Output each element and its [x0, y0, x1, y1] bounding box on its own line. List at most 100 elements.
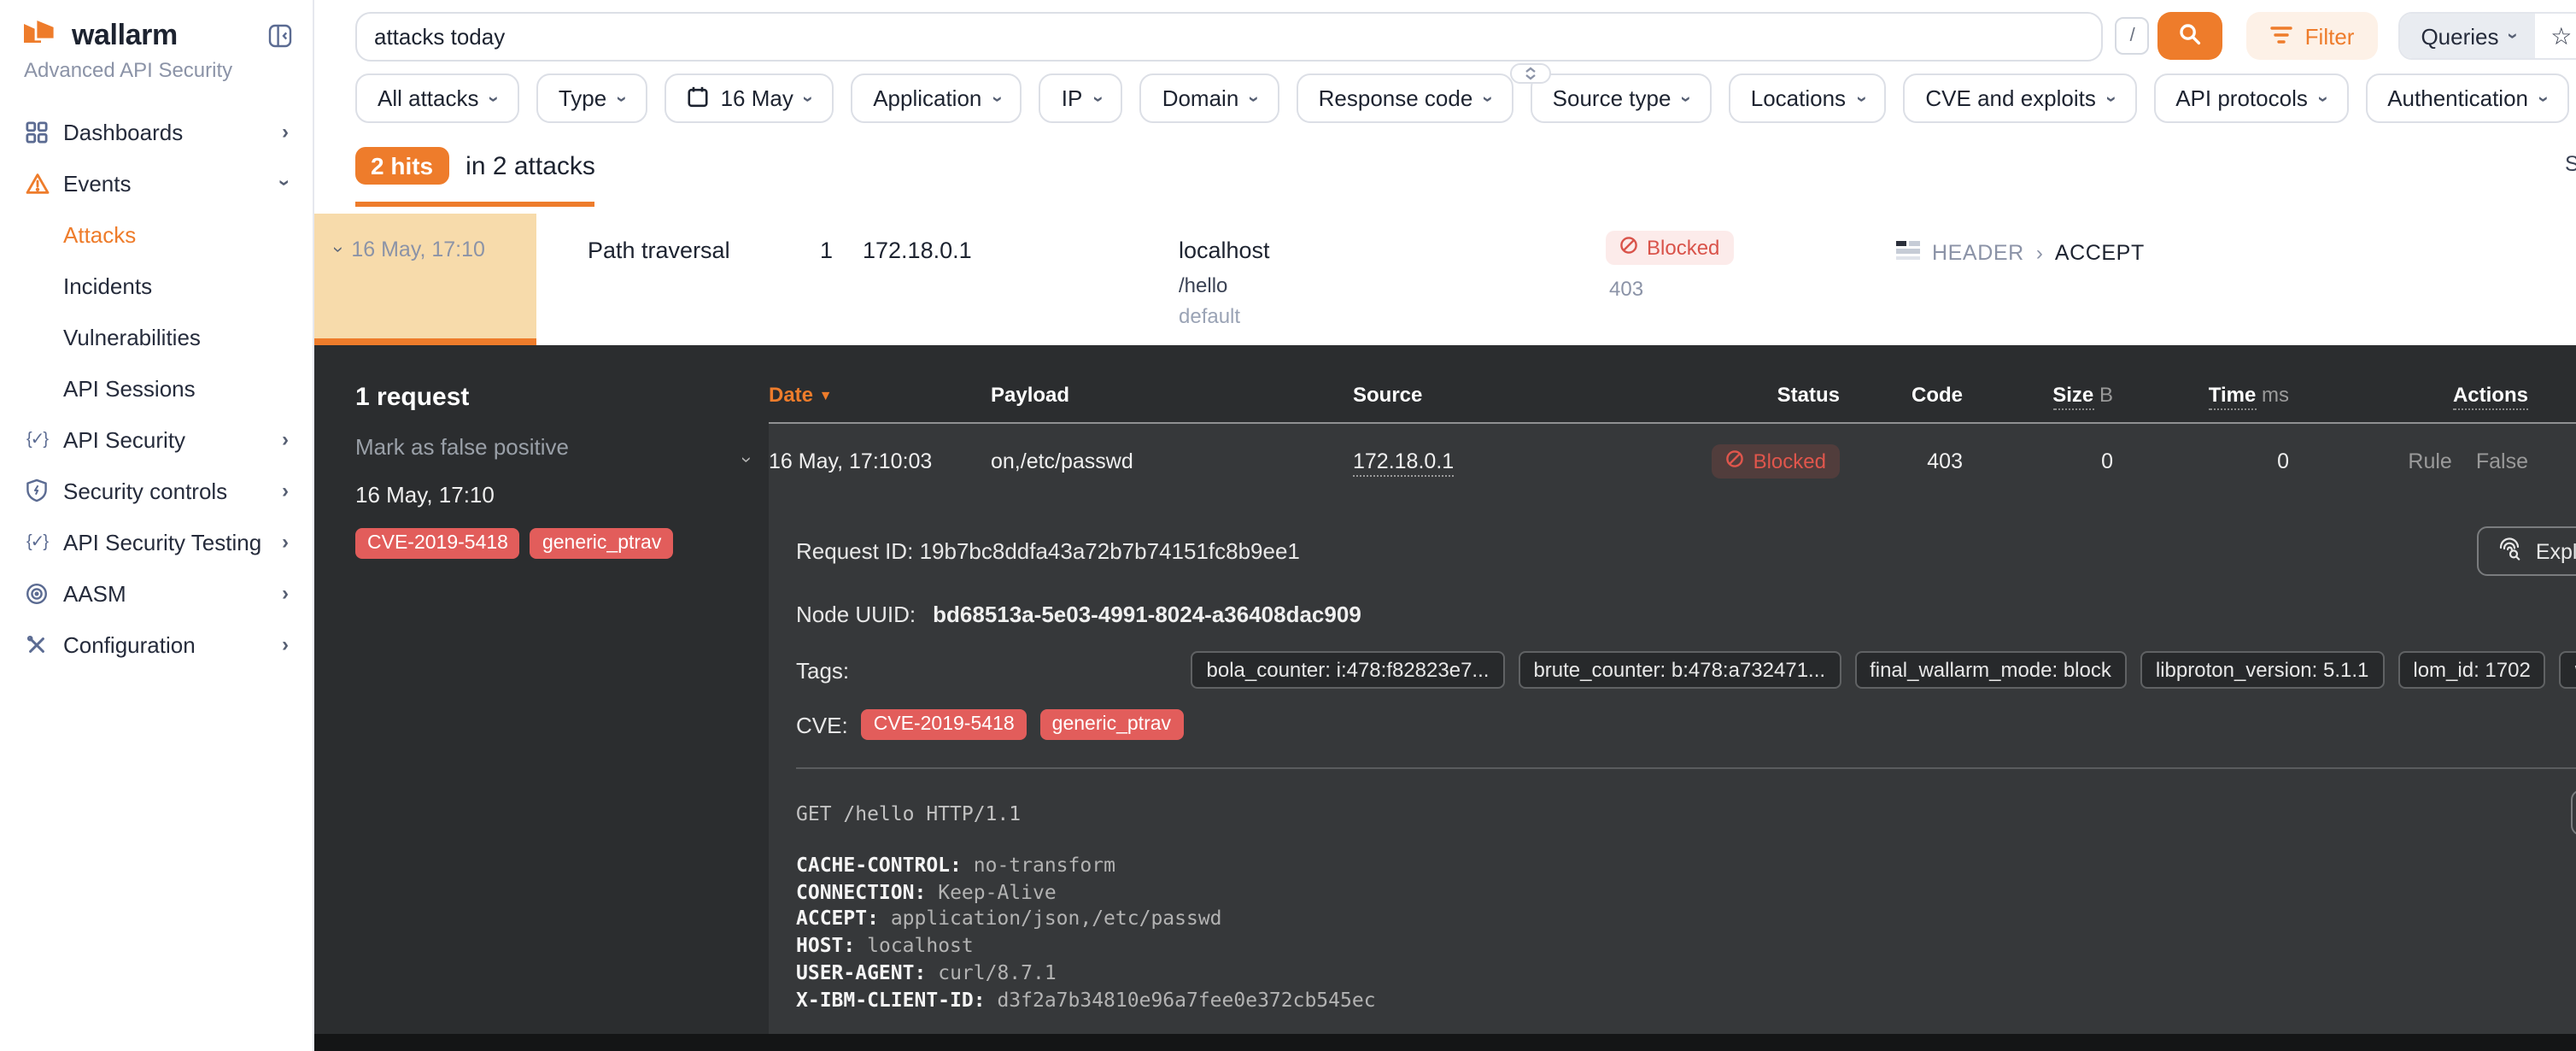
chevron-down-icon: › [483, 95, 504, 101]
request-time: 0 [2113, 449, 2289, 473]
tag-chip[interactable]: libproton_version: 5.1.1 [2140, 651, 2385, 689]
attack-path: /hello [1179, 273, 1270, 297]
column-status: Status [1626, 383, 1840, 407]
chip-domain[interactable]: Domain› [1140, 73, 1279, 123]
sidebar-item-label: Events [63, 170, 282, 196]
filter-button[interactable]: Filter [2247, 12, 2379, 60]
request-row[interactable]: ›16 May, 17:10:03 on,/etc/passwd 172.18.… [769, 424, 2576, 499]
chevron-right-icon: › [282, 479, 289, 502]
sort-desc-icon: ▼ [819, 388, 833, 403]
attack-application: default [1179, 304, 1270, 328]
star-icon: ☆ [2550, 21, 2572, 50]
sidebar-item-attacks[interactable]: Attacks [0, 208, 313, 260]
status-badge: Blocked [1606, 231, 1733, 265]
queries-button[interactable]: Queries › [2400, 14, 2535, 58]
expand-chevron-icon: › [328, 246, 348, 252]
topbar: / Filter Queries › ☆ [314, 0, 2576, 63]
chevron-down-icon: › [1478, 95, 1498, 101]
app-window: wallarm Advanced API Security Dashboards… [0, 0, 2576, 1051]
sidebar: wallarm Advanced API Security Dashboards… [0, 0, 314, 1051]
chip-date[interactable]: 16 May› [664, 73, 834, 123]
chip-api-protocols[interactable]: API protocols› [2153, 73, 2348, 123]
section-divider [796, 767, 2576, 769]
cve-tag[interactable]: CVE-2019-5418 [355, 528, 520, 559]
chip-all-attacks[interactable]: All attacks › [355, 73, 519, 123]
favorite-star-button[interactable]: ☆ [2536, 14, 2576, 58]
collapse-chevron-icon[interactable]: › [736, 456, 757, 462]
rule-action-link[interactable]: Rule [2408, 449, 2451, 473]
braces-check-icon: {✓} [24, 529, 50, 555]
brand-subtitle: Advanced API Security [24, 58, 292, 82]
copy-as-curl-button[interactable]: Copy as cURL [2570, 790, 2576, 836]
chip-cve-exploits[interactable]: CVE and exploits› [1903, 73, 2136, 123]
sidebar-item-label: Security controls [63, 478, 282, 503]
tags-list: bola_counter: i:478:f82823e7... brute_co… [849, 651, 2576, 689]
sidebar-item-label: AASM [63, 580, 282, 606]
sidebar-item-label: API Security Testing [63, 529, 282, 555]
chip-authentication[interactable]: Authentication› [2365, 73, 2568, 123]
column-date[interactable]: Date ▼ [769, 383, 991, 407]
requests-count: 1 request [355, 383, 769, 412]
search-box [355, 11, 2104, 61]
hits-summary-text: in 2 attacks [465, 151, 595, 180]
sidebar-item-dashboards[interactable]: Dashboards › [0, 106, 313, 157]
sidebar-item-vulnerabilities[interactable]: Vulnerabilities [0, 311, 313, 362]
sidebar-item-label: Incidents [63, 273, 152, 298]
events-warning-icon [24, 170, 50, 196]
chip-label: 16 May [721, 85, 793, 111]
tags-row: Tags: bola_counter: i:478:f82823e7... br… [796, 651, 2576, 689]
sidebar-item-api-security-testing[interactable]: {✓} API Security Testing › [0, 516, 313, 567]
search-input[interactable] [374, 23, 2085, 49]
column-time[interactable]: Time ms [2113, 383, 2289, 407]
chip-response-code[interactable]: Response code› [1297, 73, 1513, 123]
cve-tag[interactable]: generic_ptrav [530, 528, 673, 559]
chip-source-type[interactable]: Source type› [1531, 73, 1712, 123]
sidebar-item-api-security[interactable]: {✓} API Security › [0, 414, 313, 465]
bottom-scroll-track[interactable] [314, 1034, 2576, 1051]
status-label: Blocked [1753, 449, 1826, 473]
collapse-sidebar-icon[interactable] [268, 24, 292, 56]
hits-count-badge: 2 hits [355, 147, 448, 185]
shield-icon [24, 478, 50, 503]
sidebar-item-aasm[interactable]: AASM › [0, 567, 313, 619]
cve-tag[interactable]: generic_ptrav [1040, 709, 1183, 740]
chip-label: Authentication [2387, 85, 2528, 111]
sidebar-item-incidents[interactable]: Incidents [0, 260, 313, 311]
sidebar-item-events[interactable]: Events › [0, 157, 313, 208]
false-action-link[interactable]: False [2476, 449, 2528, 473]
attack-date-cell[interactable]: › 16 May, 17:10 [314, 214, 536, 345]
hits-tab[interactable]: 2 hits in 2 attacks [355, 147, 595, 207]
column-size[interactable]: Size B [1963, 383, 2113, 407]
http-request-block: GET /hello HTTP/1.1 Copy as cURL CACHE-C… [796, 790, 2576, 1013]
request-id: Request ID: 19b7bc8ddfa43a72b7b74151fc8b… [796, 538, 1300, 564]
tag-chip[interactable]: lom_id: 1702 [2397, 651, 2545, 689]
main-content: / Filter Queries › ☆ [314, 0, 2576, 1051]
chip-locations[interactable]: Locations› [1729, 73, 1887, 123]
sidebar-item-security-controls[interactable]: Security controls › [0, 465, 313, 516]
tag-chip[interactable]: brute_counter: b:478:a732471... [1518, 651, 1841, 689]
search-button[interactable] [2158, 12, 2223, 60]
tag-chip[interactable]: wallarm_mode: block [2560, 651, 2576, 689]
chip-label: All attacks [378, 85, 479, 111]
cve-tag[interactable]: CVE-2019-5418 [862, 709, 1027, 740]
sidebar-item-api-sessions[interactable]: API Sessions [0, 362, 313, 414]
explore-api-sessions-button[interactable]: Explore in API Sessions [2478, 526, 2576, 576]
request-source[interactable]: 172.18.0.1 [1353, 449, 1626, 473]
attack-source-ip[interactable]: 172.18.0.1 [863, 238, 972, 263]
search-expand-handle[interactable] [1510, 63, 1551, 84]
chip-label: IP [1062, 85, 1083, 111]
filter-icon [2271, 23, 2293, 49]
chip-type[interactable]: Type› [536, 73, 647, 123]
chip-application[interactable]: Application› [851, 73, 1022, 123]
tag-chip[interactable]: bola_counter: i:478:f82823e7... [1191, 651, 1505, 689]
tag-chip[interactable]: final_wallarm_mode: block [1854, 651, 2127, 689]
sidebar-item-configuration[interactable]: Configuration › [0, 619, 313, 670]
chevron-down-icon: › [2101, 95, 2122, 101]
mark-false-positive-link[interactable]: Mark as false positive [355, 434, 769, 460]
chip-ip[interactable]: IP› [1039, 73, 1123, 123]
attack-row[interactable]: › 16 May, 17:10 Path traversal 1 172.18.… [314, 214, 2576, 345]
chevron-down-icon: › [1244, 95, 1264, 101]
column-actions[interactable]: Actions [2289, 383, 2528, 407]
chip-label: Type [559, 85, 606, 111]
status-label: Blocked [1647, 236, 1719, 260]
